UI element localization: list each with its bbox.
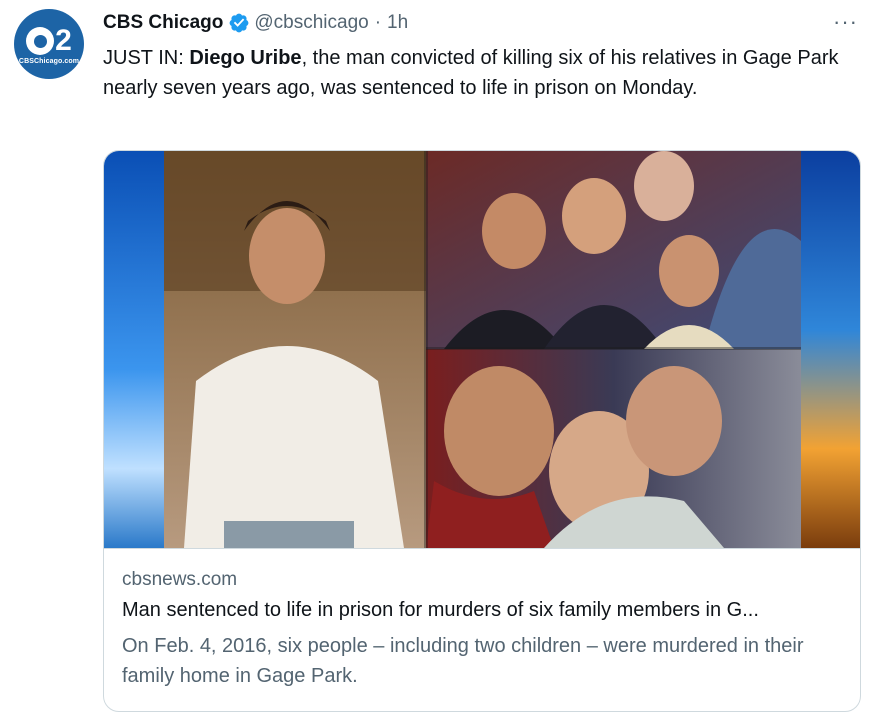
card-image[interactable] [104,151,860,548]
card-domain: cbsnews.com [122,569,238,590]
tweet-prefix: JUST IN: [103,47,190,69]
avatar[interactable]: 2 CBSChicago.com [14,9,84,79]
separator-dot: · [374,12,382,33]
card-title[interactable]: Man sentenced to life in prison for murd… [122,599,842,622]
link-card[interactable]: cbsnews.com Man sentenced to life in pri… [103,150,861,712]
timestamp[interactable]: 1h [387,12,408,34]
author-name[interactable]: CBS Chicago [103,12,223,34]
avatar-site-label: CBSChicago.com [18,58,80,65]
card-photo-collage [104,151,860,548]
tweet-text: JUST IN: Diego Uribe, the man convicted … [103,43,843,103]
tweet-bold-name: Diego Uribe [189,47,302,69]
cbs-logo: 2 [26,24,72,57]
channel-number: 2 [55,24,72,57]
author-handle[interactable]: @cbschicago [254,12,368,34]
card-description: On Feb. 4, 2016, six people – including … [122,635,804,687]
tweet-header: CBS Chicago @cbschicago · 1h [103,10,408,36]
verified-badge-icon [229,13,249,33]
card-meta[interactable]: cbsnews.com Man sentenced to life in pri… [104,548,860,711]
cbs-eye-icon [26,27,55,55]
more-options-icon[interactable]: ··· [833,11,858,33]
